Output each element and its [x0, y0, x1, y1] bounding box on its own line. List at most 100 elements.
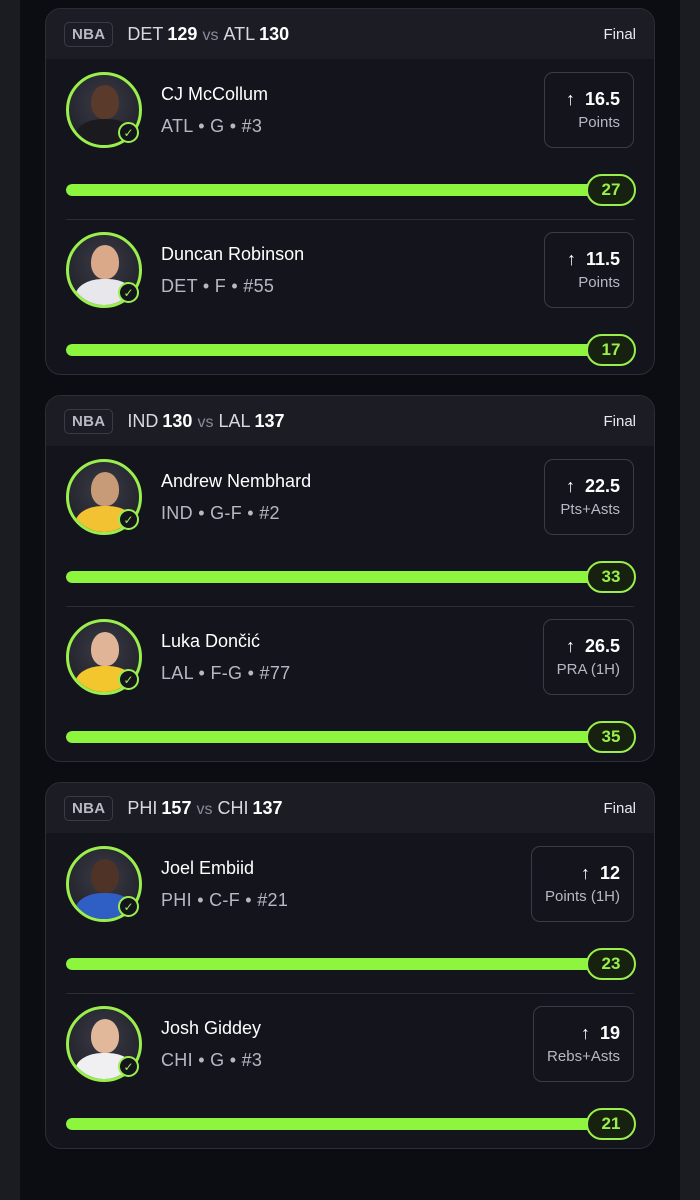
- progress-track: [66, 344, 594, 356]
- check-icon: ✓: [118, 1056, 139, 1077]
- progress-fill: [66, 731, 594, 743]
- progress-tracker: 23: [66, 948, 636, 980]
- prop-stat-type: Points: [578, 274, 620, 291]
- game-card[interactable]: NBA PHI 157 vs CHI 137 Final ✓ Joel Embi…: [45, 782, 655, 1149]
- progress-tracker: 17: [66, 334, 636, 366]
- progress-fill: [66, 1118, 594, 1130]
- prop-stat-type: Pts+Asts: [560, 501, 620, 518]
- arrow-up-icon: ↑: [566, 249, 576, 269]
- prop-line: ↑ 22.5: [566, 476, 620, 497]
- home-score: 129: [167, 23, 198, 44]
- left-gutter: [0, 0, 20, 1200]
- prop-line: ↑ 19: [581, 1023, 620, 1044]
- progress-tracker: 35: [66, 721, 636, 753]
- vs-label: vs: [196, 800, 213, 818]
- progress-fill: [66, 344, 594, 356]
- away-score: 137: [252, 797, 283, 818]
- player-prop-row[interactable]: ✓ Luka Dončić LAL • F-G • #77 ↑ 26.5 PRA…: [46, 606, 654, 761]
- prop-line: ↑ 12: [581, 863, 620, 884]
- prop-line-value: 11.5: [585, 249, 620, 269]
- player-meta: CHI • G • #3: [161, 1050, 263, 1070]
- arrow-up-icon: ↑: [565, 89, 575, 109]
- prop-stat-type: Points (1H): [544, 888, 620, 905]
- prop-stat-type: Points: [578, 114, 620, 131]
- prop-stat-type: PRA (1H): [556, 661, 620, 678]
- league-badge: NBA: [64, 21, 114, 47]
- game-status: Final: [603, 412, 636, 430]
- arrow-up-icon: ↑: [580, 863, 590, 883]
- prop-line-value: 19: [599, 1023, 620, 1043]
- result-pill: 27: [586, 174, 636, 206]
- prop-line-value: 22.5: [584, 476, 620, 496]
- prop-line: ↑ 11.5: [567, 249, 620, 270]
- check-icon: ✓: [118, 896, 139, 917]
- player-prop-row[interactable]: ✓ Joel Embiid PHI • C-F • #21 ↑ 12 Point…: [46, 833, 654, 993]
- prop-line-value: 16.5: [584, 89, 620, 109]
- game-status: Final: [603, 25, 636, 43]
- app-screen: NBA DET 129 vs ATL 130 Final ✓ CJ McColl…: [0, 0, 700, 1200]
- prop-line-box[interactable]: ↑ 26.5 PRA (1H): [542, 619, 634, 695]
- player-meta: DET • F • #55: [161, 276, 275, 296]
- progress-tracker: 33: [66, 561, 636, 593]
- vs-label: vs: [197, 413, 214, 431]
- avatar-head: [91, 245, 119, 279]
- home-score: 157: [161, 797, 192, 818]
- game-feed: NBA DET 129 vs ATL 130 Final ✓ CJ McColl…: [45, 8, 655, 1169]
- away-team: ATL: [223, 23, 256, 44]
- player-prop-row[interactable]: ✓ Andrew Nembhard IND • G-F • #2 ↑ 22.5 …: [46, 446, 654, 606]
- result-pill: 23: [586, 948, 636, 980]
- prop-line-box[interactable]: ↑ 12 Points (1H): [530, 846, 634, 922]
- player-name: Andrew Nembhard: [161, 471, 312, 491]
- arrow-up-icon: ↑: [580, 1023, 590, 1043]
- progress-track: [66, 958, 594, 970]
- league-badge: NBA: [64, 795, 114, 821]
- away-team: LAL: [218, 410, 251, 431]
- player-prop-row[interactable]: ✓ Duncan Robinson DET • F • #55 ↑ 11.5 P…: [46, 219, 654, 374]
- prop-line-box[interactable]: ↑ 11.5 Points: [544, 232, 634, 308]
- result-pill: 21: [586, 1108, 636, 1140]
- player-prop-row[interactable]: ✓ Josh Giddey CHI • G • #3 ↑ 19 Rebs+Ast…: [46, 993, 654, 1148]
- away-score: 130: [259, 23, 290, 44]
- score-line: PHI 157 vs CHI 137: [127, 798, 282, 819]
- player-meta: ATL • G • #3: [161, 116, 263, 136]
- avatar-head: [91, 859, 119, 893]
- game-header: NBA PHI 157 vs CHI 137 Final: [46, 783, 654, 833]
- progress-track: [66, 731, 594, 743]
- player-name: Luka Dončić: [161, 631, 261, 651]
- progress-fill: [66, 184, 594, 196]
- avatar-head: [91, 85, 119, 119]
- prop-line-box[interactable]: ↑ 22.5 Pts+Asts: [544, 459, 634, 535]
- player-meta: PHI • C-F • #21: [161, 890, 289, 910]
- away-team: CHI: [217, 797, 249, 818]
- check-icon: ✓: [118, 122, 139, 143]
- prop-line: ↑ 26.5: [566, 636, 620, 657]
- game-card[interactable]: NBA DET 129 vs ATL 130 Final ✓ CJ McColl…: [45, 8, 655, 375]
- arrow-up-icon: ↑: [565, 476, 575, 496]
- arrow-up-icon: ↑: [565, 636, 575, 656]
- vs-label: vs: [202, 26, 219, 44]
- check-icon: ✓: [118, 509, 139, 530]
- player-meta: IND • G-F • #2: [161, 503, 280, 523]
- avatar-head: [91, 632, 119, 666]
- progress-fill: [66, 571, 594, 583]
- prop-line-value: 12: [599, 863, 620, 883]
- avatar-head: [91, 472, 119, 506]
- game-card[interactable]: NBA IND 130 vs LAL 137 Final ✓ Andrew Ne…: [45, 395, 655, 762]
- prop-line-box[interactable]: ↑ 19 Rebs+Asts: [533, 1006, 634, 1082]
- check-icon: ✓: [118, 282, 139, 303]
- progress-fill: [66, 958, 594, 970]
- prop-line-box[interactable]: ↑ 16.5 Points: [544, 72, 634, 148]
- score-line: IND 130 vs LAL 137: [127, 411, 284, 432]
- away-score: 137: [254, 410, 285, 431]
- player-name: Joel Embiid: [161, 858, 255, 878]
- player-list: ✓ Joel Embiid PHI • C-F • #21 ↑ 12 Point…: [46, 833, 654, 1148]
- result-pill: 33: [586, 561, 636, 593]
- prop-line: ↑ 16.5: [566, 89, 620, 110]
- game-header: NBA DET 129 vs ATL 130 Final: [46, 9, 654, 59]
- score-line: DET 129 vs ATL 130: [127, 24, 289, 45]
- check-icon: ✓: [118, 669, 139, 690]
- avatar-head: [91, 1019, 119, 1053]
- player-prop-row[interactable]: ✓ CJ McCollum ATL • G • #3 ↑ 16.5 Points…: [46, 59, 654, 219]
- prop-line-value: 26.5: [584, 636, 620, 656]
- progress-tracker: 21: [66, 1108, 636, 1140]
